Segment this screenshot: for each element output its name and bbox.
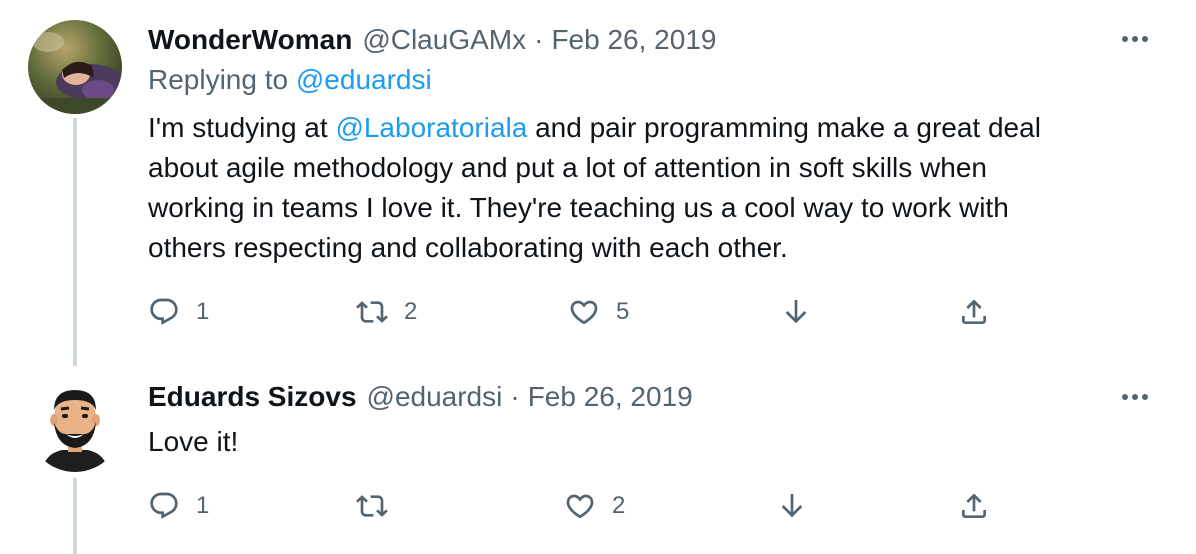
tweet-actions: 1 2 bbox=[148, 486, 1008, 526]
meta-separator: · bbox=[510, 381, 520, 412]
tweet-text-segment: I'm studying at bbox=[148, 112, 336, 143]
more-dots-icon bbox=[1122, 394, 1148, 400]
thread-line-bottom bbox=[73, 478, 77, 554]
reply-count: 1 bbox=[196, 298, 210, 325]
retweet-button[interactable]: 2 bbox=[356, 292, 417, 332]
share-button[interactable] bbox=[958, 486, 990, 526]
replying-to-label: Replying to bbox=[148, 64, 289, 95]
down-arrow-icon bbox=[785, 300, 807, 324]
tweet-text: I'm studying at @Laboratoriala and pair … bbox=[148, 108, 1148, 268]
tweet-text-line-2: about agile methodology and put a lot of… bbox=[148, 152, 987, 183]
avatar-eduardsi[interactable] bbox=[28, 378, 122, 472]
tweet-actions: 1 2 5 bbox=[148, 292, 1008, 332]
tweet-date[interactable]: Feb 26, 2019 bbox=[551, 24, 716, 56]
tweet-text: Love it! bbox=[148, 422, 1148, 462]
share-icon bbox=[962, 299, 986, 324]
like-count: 2 bbox=[612, 492, 626, 519]
thread-line-top bbox=[73, 118, 77, 366]
like-button[interactable]: 2 bbox=[564, 486, 625, 526]
replying-to-handle-link[interactable]: @eduardsi bbox=[296, 64, 432, 95]
reply-count: 1 bbox=[196, 492, 210, 519]
share-icon bbox=[962, 493, 986, 518]
reply-button[interactable]: 1 bbox=[148, 292, 209, 332]
more-options-button[interactable] bbox=[1120, 24, 1150, 54]
like-count: 5 bbox=[616, 298, 630, 325]
retweet-icon bbox=[356, 495, 388, 517]
reply-icon bbox=[150, 298, 178, 325]
share-button[interactable] bbox=[958, 292, 990, 332]
tweet-date[interactable]: Feb 26, 2019 bbox=[528, 381, 693, 413]
tweet-text-line-4: others respecting and collaborating with… bbox=[148, 232, 788, 263]
bookmark-button[interactable] bbox=[776, 486, 808, 526]
mention-link[interactable]: @Laboratoriala bbox=[335, 112, 527, 143]
heart-icon bbox=[570, 300, 598, 325]
like-button[interactable]: 5 bbox=[568, 292, 629, 332]
retweet-count: 2 bbox=[404, 298, 418, 325]
user-handle[interactable]: @ClauGAMx bbox=[362, 24, 526, 56]
user-handle[interactable]: @eduardsi bbox=[367, 381, 503, 413]
tweet-text-line-1: Love it! bbox=[148, 426, 239, 457]
reply-button[interactable]: 1 bbox=[148, 486, 209, 526]
down-arrow-icon bbox=[781, 494, 803, 518]
tweet-header: Eduards Sizovs @eduardsi · Feb 26, 2019 bbox=[148, 377, 693, 417]
replying-to: Replying to @eduardsi bbox=[148, 64, 432, 96]
cartoon-avatar-icon bbox=[28, 378, 122, 472]
display-name[interactable]: WonderWoman bbox=[148, 24, 352, 56]
meta-separator: · bbox=[534, 24, 544, 55]
heart-icon bbox=[566, 494, 594, 519]
tweet-header: WonderWoman @ClauGAMx · Feb 26, 2019 bbox=[148, 20, 716, 60]
more-dots-icon bbox=[1122, 36, 1148, 42]
retweet-button[interactable] bbox=[356, 486, 404, 526]
bookmark-button[interactable] bbox=[780, 292, 812, 332]
profile-photo-icon bbox=[28, 20, 122, 114]
tweet-text-line-1: I'm studying at @Laboratoriala and pair … bbox=[148, 108, 1148, 148]
tweet-text-segment: and pair programming make a great deal bbox=[527, 112, 1041, 143]
avatar-wonderwoman[interactable] bbox=[28, 20, 122, 114]
reply-icon bbox=[150, 492, 178, 519]
retweet-icon bbox=[356, 301, 388, 323]
more-options-button[interactable] bbox=[1120, 382, 1150, 412]
tweet-text-line-3: working in teams I love it. They're teac… bbox=[148, 192, 1009, 223]
display-name[interactable]: Eduards Sizovs bbox=[148, 381, 357, 413]
